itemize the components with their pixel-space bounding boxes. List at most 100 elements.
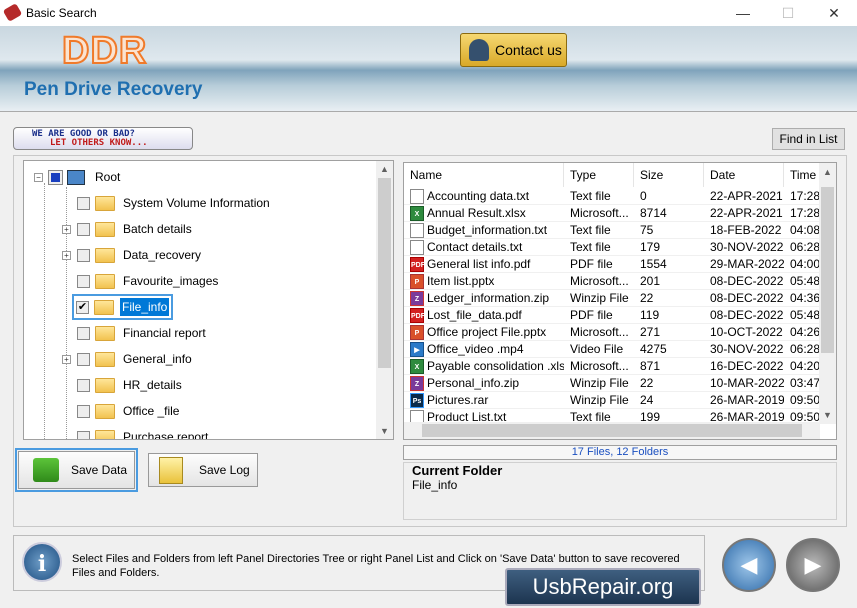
zip-file-icon: Z [410, 291, 424, 306]
folder-icon [95, 325, 115, 341]
tree-node[interactable]: + Batch details [62, 218, 194, 240]
expand-icon[interactable]: + [62, 354, 71, 364]
tree-node[interactable]: Office _file [62, 400, 181, 422]
scroll-down-icon[interactable]: ▼ [376, 426, 393, 436]
list-horizontal-scrollbar[interactable] [404, 422, 820, 439]
cell-size: 24 [640, 393, 654, 407]
cell-size: 22 [640, 376, 654, 390]
expand-icon[interactable]: + [62, 250, 71, 260]
back-arrow-icon: ◀ [740, 552, 758, 577]
next-button[interactable]: ▶ [786, 538, 840, 592]
file-list[interactable]: Name Type Size Date Time Accounting data.txt… [403, 162, 837, 440]
save-log-button[interactable]: Save Log [148, 453, 258, 487]
checkbox[interactable] [77, 248, 90, 262]
checkbox[interactable] [77, 222, 90, 236]
cell-size: 119 [640, 308, 660, 322]
checkbox[interactable] [77, 352, 90, 366]
checkbox[interactable] [77, 196, 90, 210]
scroll-thumb[interactable] [821, 187, 834, 353]
checkbox[interactable] [77, 430, 90, 439]
cell-date: 18-FEB-2022 [710, 223, 782, 237]
table-row[interactable]: Ps Pictures.rar Winzip File 24 26-MAR-2019 09… [404, 392, 820, 409]
tree-node[interactable]: + Data_recovery [62, 244, 203, 266]
column-header[interactable]: Time [784, 163, 824, 187]
cell-date: 26-MAR-2019 [710, 393, 784, 407]
cell-type: Text file [570, 189, 611, 203]
cell-date: 30-NOV-2022 [710, 240, 784, 254]
tree-node[interactable]: Purchase report [62, 426, 210, 440]
tree-node[interactable]: ✔ File_info [71, 294, 174, 320]
current-folder-heading: Current Folder [412, 463, 503, 478]
scroll-down-icon[interactable]: ▼ [819, 410, 836, 420]
table-row[interactable]: P Office project File.pptx Microsoft... 271… [404, 324, 820, 341]
checkbox[interactable]: ✔ [76, 300, 89, 314]
cell-size: 0 [640, 189, 647, 203]
table-row[interactable]: Z Ledger_information.zip Winzip File 22 08-D… [404, 290, 820, 307]
column-header[interactable]: Type [564, 163, 634, 187]
table-row[interactable]: Contact details.txt Text file 179 30-NOV-20… [404, 239, 820, 256]
save-data-button[interactable]: Save Data [15, 448, 138, 492]
contact-us-label: Contact us [495, 42, 562, 58]
cell-type: Text file [570, 240, 611, 254]
scroll-thumb[interactable] [378, 178, 391, 368]
tree-node[interactable]: HR_details [62, 374, 184, 396]
checkbox[interactable] [48, 169, 63, 185]
table-row[interactable]: Accounting data.txt Text file 0 22-APR-2021… [404, 188, 820, 205]
table-row[interactable]: ▶ Office_video .mp4 Video File 4275 30-NOV-2… [404, 341, 820, 358]
tree-node-label: Purchase report [123, 430, 209, 440]
cell-name: Item list.pptx [427, 274, 495, 288]
tree-node[interactable]: Favourite_images [62, 270, 220, 292]
list-vertical-scrollbar[interactable]: ▲ ▼ [819, 163, 836, 424]
expand-icon[interactable]: + [62, 224, 71, 234]
contact-us-button[interactable]: Contact us [460, 33, 567, 67]
tree-node-label: Batch details [123, 222, 192, 236]
save-log-label: Save Log [199, 463, 250, 477]
tree-node-root[interactable]: − Root [34, 166, 122, 188]
scroll-up-icon[interactable]: ▲ [819, 167, 836, 177]
zip-file-icon: Z [410, 376, 424, 391]
column-header[interactable]: Name [404, 163, 564, 187]
cell-date: 10-OCT-2022 [710, 325, 783, 339]
table-row[interactable]: P Item list.pptx Microsoft... 201 08-DEC-202… [404, 273, 820, 290]
tree-node-label: Office _file [123, 404, 180, 418]
cell-name: Contact details.txt [427, 240, 523, 254]
tree-node[interactable]: System Volume Information [62, 192, 272, 214]
table-row[interactable]: PDF General list info.pdf PDF file 1554 29-M… [404, 256, 820, 273]
directory-tree[interactable]: − Root System Volume Information + Batch d… [23, 160, 394, 440]
close-button[interactable]: ✕ [811, 0, 857, 26]
back-button[interactable]: ◀ [722, 538, 776, 592]
pdf-file-icon: PDF [410, 257, 425, 272]
pptx-file-icon: P [410, 325, 424, 340]
xlsx-file-icon: X [410, 359, 424, 374]
collapse-icon[interactable]: − [34, 172, 43, 182]
checkbox[interactable] [77, 404, 90, 418]
file-count-status: 17 Files, 12 Folders [403, 445, 837, 460]
scroll-thumb[interactable] [422, 424, 802, 437]
scroll-up-icon[interactable]: ▲ [376, 164, 393, 174]
tree-node[interactable]: + General_info [62, 348, 194, 370]
minimize-button[interactable]: — [720, 0, 766, 26]
find-in-list-button[interactable]: Find in List [772, 128, 845, 150]
table-row[interactable]: X Annual Result.xlsx Microsoft... 8714 22-AP… [404, 205, 820, 222]
column-header[interactable]: Size [634, 163, 704, 187]
rate-us-button[interactable]: WE ARE GOOD OR BAD? LET OTHERS KNOW... [13, 127, 193, 150]
table-row[interactable]: X Payable consolidation .xlsx Microsoft...… [404, 358, 820, 375]
txt-file-icon [410, 240, 424, 255]
folder-icon [95, 429, 115, 439]
checkbox[interactable] [77, 326, 90, 340]
cell-date: 08-DEC-2022 [710, 274, 784, 288]
document-icon [159, 457, 183, 484]
folder-icon [94, 299, 114, 315]
table-row[interactable]: PDF Lost_file_data.pdf PDF file 119 08-DEC-2… [404, 307, 820, 324]
tree-scrollbar[interactable]: ▲ ▼ [376, 161, 393, 439]
table-row[interactable]: Z Personal_info.zip Winzip File 22 10-MAR-20… [404, 375, 820, 392]
checkbox[interactable] [77, 378, 90, 392]
tree-node[interactable]: Financial report [62, 322, 208, 344]
folder-icon [95, 221, 115, 237]
column-header[interactable]: Date [704, 163, 784, 187]
maximize-button[interactable]: ☐ [765, 0, 811, 26]
folder-icon [95, 273, 115, 289]
checkbox[interactable] [77, 274, 90, 288]
table-row[interactable]: Budget_information.txt Text file 75 18-FEB-… [404, 222, 820, 239]
cell-name: Ledger_information.zip [427, 291, 550, 305]
